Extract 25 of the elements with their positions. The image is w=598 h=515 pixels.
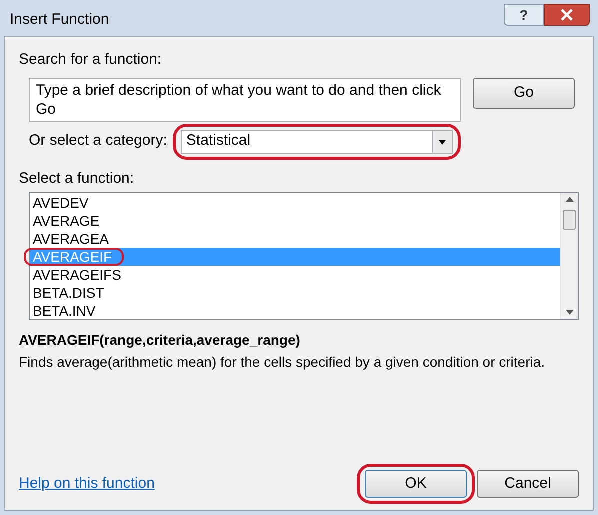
function-syntax: AVERAGEIF(range,criteria,average_range) [19,331,302,350]
function-item[interactable]: BETA.DIST [30,284,560,302]
category-dropdown[interactable]: Statistical [181,130,454,154]
help-link[interactable]: Help on this function [19,472,155,496]
search-label: Search for a function: [19,50,163,70]
dialog-button[interactable]: Cancel [477,470,579,498]
function-item[interactable]: BETA.INV [30,302,560,320]
function-item[interactable]: AVERAGEA [30,230,560,248]
search-field[interactable]: Type a brief description of what you want to do and then click Go [29,78,461,122]
dialog-button[interactable]: OK [365,470,467,498]
scroll-up-icon [566,197,574,202]
go-button[interactable]: Go [473,78,575,108]
function-item[interactable]: AVERAGEIFS [30,266,560,284]
scroll-thumb[interactable] [563,210,576,230]
scrollbar[interactable] [560,193,578,319]
function-description: Finds average(arithmetic mean) for the cells specified by a given condition or criteria. [19,353,546,372]
close-button[interactable] [544,4,590,26]
window-title: Insert Function [10,10,110,30]
function-item[interactable]: AVERAGE [30,212,560,230]
function-item[interactable]: AVEDEV [30,194,560,212]
close-icon [561,9,573,21]
functions-label: Select a function: [19,168,136,188]
scroll-down-icon [566,310,574,315]
category-label: Or select a category: [29,131,168,152]
help-button[interactable]: ? [504,4,544,26]
